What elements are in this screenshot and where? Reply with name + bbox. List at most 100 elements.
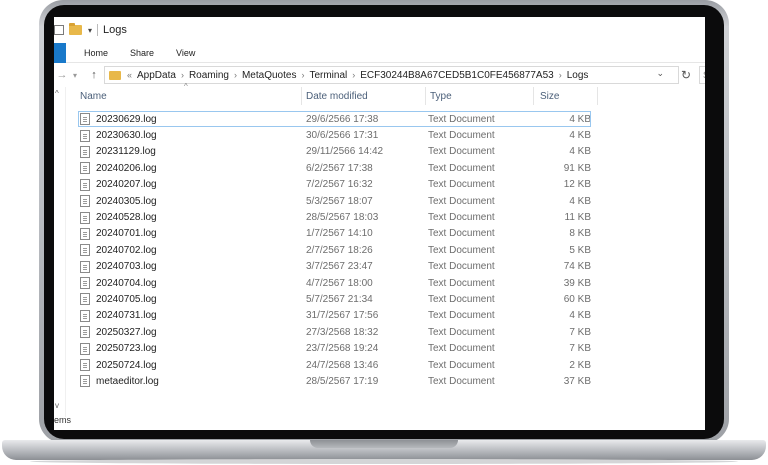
file-size: 4 KB bbox=[569, 130, 591, 142]
breadcrumb-terminal-id[interactable]: ECF30244B8A67CED5B1C0FE456877A53 bbox=[360, 70, 553, 81]
chevron-right-icon[interactable]: › bbox=[234, 70, 237, 80]
file-name: 20240206.log bbox=[96, 162, 157, 174]
file-name-cell: 20240305.log bbox=[78, 195, 300, 208]
file-size: 60 KB bbox=[563, 293, 591, 305]
scroll-up-icon[interactable]: ^ bbox=[55, 89, 59, 98]
breadcrumb-metaquotes[interactable]: MetaQuotes bbox=[242, 70, 296, 81]
file-row[interactable]: 20230629.log 29/6/2566 17:38 Text Document… bbox=[78, 111, 591, 128]
file-row[interactable]: metaeditor.log 28/5/2567 17:19 Text Docume… bbox=[78, 373, 591, 389]
laptop-notch bbox=[310, 440, 458, 448]
folder-icon bbox=[69, 23, 82, 35]
text-file-icon bbox=[80, 326, 90, 339]
file-date: 3/7/2567 23:47 bbox=[306, 261, 373, 273]
file-row[interactable]: 20231129.log 29/11/2566 14:42 Text Documen… bbox=[78, 144, 591, 160]
breadcrumb-logs[interactable]: Logs bbox=[567, 70, 589, 81]
file-size: 12 KB bbox=[563, 179, 591, 191]
text-file-icon bbox=[80, 227, 90, 240]
breadcrumb-roaming[interactable]: Roaming bbox=[189, 70, 229, 81]
file-size: 4 KB bbox=[569, 146, 591, 158]
chevron-right-icon[interactable]: › bbox=[352, 70, 355, 80]
file-date: 5/7/2567 21:34 bbox=[306, 293, 373, 305]
file-name: 20250723.log bbox=[96, 343, 157, 355]
file-size: 91 KB bbox=[563, 162, 591, 174]
file-size: 4 KB bbox=[569, 113, 591, 125]
file-row[interactable]: 20240207.log 7/2/2567 16:32 Text Document 1… bbox=[78, 177, 591, 193]
file-name: 20240702.log bbox=[96, 244, 157, 256]
checkbox-icon[interactable] bbox=[54, 25, 64, 35]
file-size: 37 KB bbox=[563, 375, 591, 387]
file-row[interactable]: 20240704.log 4/7/2567 18:00 Text Document 3… bbox=[78, 275, 591, 291]
quick-access-dropdown-icon[interactable]: ▾ bbox=[88, 26, 92, 35]
chevron-right-icon[interactable]: › bbox=[181, 70, 184, 80]
text-file-icon bbox=[80, 129, 90, 142]
tab-view[interactable]: View bbox=[172, 48, 199, 58]
file-date: 29/11/2566 14:42 bbox=[306, 146, 384, 158]
column-date-modified[interactable]: Date modified bbox=[302, 87, 426, 105]
file-name: metaeditor.log bbox=[96, 375, 159, 387]
file-size: 2 KB bbox=[569, 359, 591, 371]
file-date: 5/3/2567 18:07 bbox=[306, 195, 373, 207]
recent-dropdown-icon[interactable]: ▾ bbox=[70, 71, 80, 80]
file-type: Text Document bbox=[428, 310, 495, 322]
file-name: 20230630.log bbox=[96, 130, 157, 142]
file-row[interactable]: 20240731.log 31/7/2567 17:56 Text Document… bbox=[78, 308, 591, 324]
text-file-icon bbox=[80, 195, 90, 208]
file-date: 4/7/2567 18:00 bbox=[306, 277, 373, 289]
file-row[interactable]: 20250724.log 24/7/2568 13:46 Text Document… bbox=[78, 357, 591, 373]
chevron-right-icon[interactable]: › bbox=[559, 70, 562, 80]
file-row[interactable]: 20240702.log 2/7/2567 18:26 Text Document 5… bbox=[78, 242, 591, 258]
file-type: Text Document bbox=[428, 244, 495, 256]
address-bar[interactable]: « AppData › Roaming › MetaQuotes › Termi… bbox=[104, 66, 679, 84]
column-size[interactable]: Size bbox=[534, 87, 598, 105]
up-arrow-icon[interactable]: ↑ bbox=[86, 69, 102, 81]
file-size: 7 KB bbox=[569, 326, 591, 338]
tab-home[interactable]: Home bbox=[80, 48, 112, 58]
search-input[interactable]: S bbox=[699, 66, 705, 84]
file-row[interactable]: 20250327.log 27/3/2568 18:32 Text Document… bbox=[78, 324, 591, 340]
file-tab[interactable] bbox=[54, 42, 66, 63]
back-arrow-icon[interactable]: → bbox=[54, 69, 70, 81]
text-file-icon bbox=[80, 277, 90, 290]
refresh-icon[interactable]: ↻ bbox=[681, 68, 691, 82]
file-type: Text Document bbox=[428, 212, 495, 224]
file-name: 20240305.log bbox=[96, 195, 157, 207]
file-date: 7/2/2567 16:32 bbox=[306, 179, 373, 191]
file-name: 20250327.log bbox=[96, 326, 157, 338]
file-name: 20240701.log bbox=[96, 228, 157, 240]
column-type[interactable]: Type bbox=[426, 87, 534, 105]
file-type: Text Document bbox=[428, 293, 495, 305]
chevron-right-icon[interactable]: › bbox=[301, 70, 304, 80]
file-row[interactable]: 20250723.log 23/7/2568 19:24 Text Document… bbox=[78, 340, 591, 356]
file-row[interactable]: 20240206.log 6/2/2567 17:38 Text Document 9… bbox=[78, 160, 591, 176]
sort-up-icon: ^ bbox=[184, 82, 188, 91]
file-row[interactable]: 20240701.log 1/7/2567 14:10 Text Document 8… bbox=[78, 226, 591, 242]
address-toolbar: → ▾ ↑ « AppData › Roaming › MetaQuotes ›… bbox=[54, 63, 705, 87]
breadcrumb-terminal[interactable]: Terminal bbox=[309, 70, 347, 81]
navigation-pane[interactable] bbox=[54, 87, 66, 417]
file-name: 20231129.log bbox=[96, 146, 156, 158]
file-name-cell: metaeditor.log bbox=[78, 375, 300, 388]
file-type: Text Document bbox=[428, 343, 495, 355]
text-file-icon bbox=[80, 309, 90, 322]
file-date: 30/6/2566 17:31 bbox=[306, 130, 379, 142]
file-row[interactable]: 20240305.log 5/3/2567 18:07 Text Document 4… bbox=[78, 193, 591, 209]
file-type: Text Document bbox=[428, 359, 495, 371]
file-size: 11 KB bbox=[564, 212, 592, 224]
file-name: 20240528.log bbox=[96, 212, 157, 224]
file-name-cell: 20240704.log bbox=[78, 277, 300, 290]
column-name[interactable]: ^ Name bbox=[78, 82, 302, 105]
address-dropdown-icon[interactable]: ⌄ bbox=[656, 68, 664, 79]
file-row[interactable]: 20240703.log 3/7/2567 23:47 Text Document 7… bbox=[78, 259, 591, 275]
file-row[interactable]: 20230630.log 30/6/2566 17:31 Text Document… bbox=[78, 127, 591, 143]
file-date: 28/5/2567 17:19 bbox=[306, 375, 379, 387]
tab-share[interactable]: Share bbox=[126, 48, 158, 58]
breadcrumb-overflow[interactable]: « bbox=[127, 70, 132, 80]
breadcrumb-appdata[interactable]: AppData bbox=[137, 70, 176, 81]
scroll-down-icon[interactable]: v bbox=[55, 401, 59, 410]
file-row[interactable]: 20240528.log 28/5/2567 18:03 Text Document… bbox=[78, 209, 591, 225]
file-row[interactable]: 20240705.log 5/7/2567 21:34 Text Document 6… bbox=[78, 291, 591, 307]
file-size: 5 KB bbox=[569, 244, 591, 256]
status-bar: ems bbox=[54, 415, 72, 425]
text-file-icon bbox=[80, 211, 90, 224]
text-file-icon bbox=[80, 178, 90, 191]
